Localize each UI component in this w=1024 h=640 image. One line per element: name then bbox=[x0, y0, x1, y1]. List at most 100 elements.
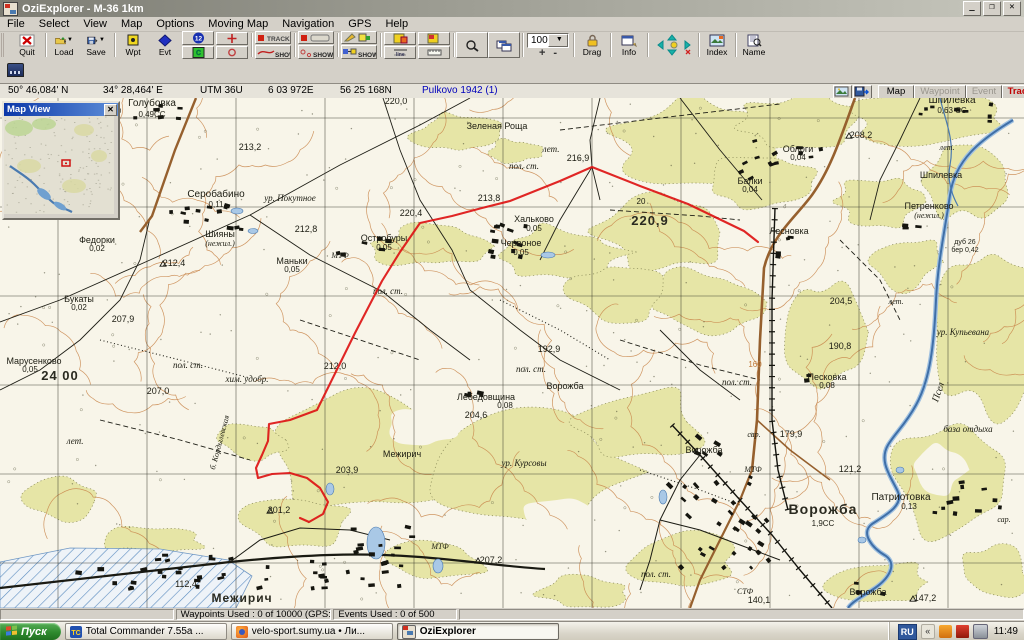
map-dot bbox=[910, 340, 911, 341]
menu-view[interactable]: View bbox=[76, 18, 114, 30]
menu-file[interactable]: File bbox=[0, 18, 32, 30]
building bbox=[351, 527, 357, 530]
add-point-button[interactable] bbox=[216, 32, 248, 45]
status-bar: Waypoints Used : 0 of 10000 (GPS:250)Eve… bbox=[0, 608, 1024, 621]
magnify-button[interactable] bbox=[456, 32, 488, 58]
task-button-1[interactable]: TCTotal Commander 7.55a ... bbox=[65, 623, 227, 640]
language-indicator[interactable]: RU bbox=[898, 624, 917, 640]
building bbox=[409, 535, 415, 538]
menu-map[interactable]: Map bbox=[114, 18, 149, 30]
overview-texture bbox=[109, 162, 110, 163]
zoom-in-button[interactable]: + bbox=[539, 49, 545, 58]
overview-texture bbox=[82, 152, 83, 153]
map-label: лет. bbox=[66, 436, 84, 446]
save-button[interactable]: ▼Save bbox=[80, 32, 112, 58]
menu-moving-map[interactable]: Moving Map bbox=[201, 18, 275, 30]
map-dot bbox=[896, 160, 897, 161]
map-canvas[interactable]: Голубовка0,49СС213,2220,0Серобабино0,11у… bbox=[0, 98, 1024, 608]
pan-arrows-control[interactable] bbox=[650, 32, 696, 58]
ruler-button[interactable] bbox=[418, 46, 450, 59]
tray-app1-icon[interactable] bbox=[939, 625, 952, 638]
name-search-button[interactable]: Name bbox=[738, 32, 770, 58]
zoom-select[interactable]: 100▼ bbox=[527, 33, 569, 48]
load-button[interactable]: ▼Load bbox=[48, 32, 80, 58]
overview-texture bbox=[83, 204, 84, 205]
waypoint-style-button[interactable] bbox=[298, 31, 334, 44]
tray-collapse-icon[interactable]: « bbox=[921, 624, 935, 639]
zoom-dropdown-icon[interactable]: ▼ bbox=[548, 34, 568, 47]
route-show-button[interactable]: SHOW bbox=[341, 45, 377, 59]
map-dot bbox=[894, 266, 895, 267]
map-dot bbox=[1005, 173, 1006, 174]
restore-button[interactable]: ❐ bbox=[983, 1, 1001, 16]
overview-texture bbox=[99, 148, 100, 149]
building bbox=[176, 117, 181, 120]
menu-navigation[interactable]: Navigation bbox=[275, 18, 341, 30]
comment-button[interactable]: C bbox=[182, 46, 214, 59]
magnifier-icon bbox=[463, 39, 481, 52]
map-label: дуб 26 bbox=[954, 238, 976, 246]
task-button-3[interactable]: OziExplorer bbox=[397, 623, 559, 640]
points-show-button[interactable]: SHOW bbox=[298, 45, 334, 59]
map-dot bbox=[764, 351, 765, 352]
map-view-titlebar[interactable]: Map View ✕ bbox=[4, 103, 118, 116]
topo-map[interactable]: Голубовка0,49СС213,2220,0Серобабино0,11у… bbox=[0, 98, 1024, 608]
map-dot bbox=[492, 299, 493, 300]
tray-app2-icon[interactable] bbox=[956, 625, 969, 638]
track-show-button[interactable]: SHOW bbox=[255, 45, 291, 59]
index-button[interactable]: Index bbox=[701, 32, 733, 58]
map-window-button[interactable] bbox=[384, 32, 416, 45]
route-edit-button[interactable] bbox=[341, 31, 377, 44]
map-dot bbox=[636, 362, 637, 363]
map-view-window[interactable]: Map View ✕ bbox=[2, 101, 120, 220]
overview-texture bbox=[43, 183, 44, 184]
building bbox=[158, 571, 163, 574]
overview-texture bbox=[107, 126, 108, 127]
overview-texture bbox=[96, 163, 97, 164]
point-number-button[interactable]: 12 bbox=[182, 31, 214, 45]
building bbox=[131, 580, 137, 584]
menu-help[interactable]: Help bbox=[378, 18, 415, 30]
map-window2-button[interactable] bbox=[418, 32, 450, 45]
remove-point-button[interactable] bbox=[216, 46, 248, 59]
map-label: сар. bbox=[747, 430, 760, 439]
menu-gps[interactable]: GPS bbox=[341, 18, 378, 30]
overview-texture bbox=[111, 142, 112, 143]
close-button[interactable]: ✕ bbox=[1003, 1, 1021, 16]
map-dot bbox=[160, 339, 161, 340]
map-view-close-icon[interactable]: ✕ bbox=[104, 104, 117, 116]
map-label: Шияны bbox=[205, 229, 235, 239]
event-button[interactable]: Evt bbox=[149, 32, 181, 58]
tray-display-icon[interactable] bbox=[973, 624, 988, 639]
task-button-2[interactable]: velo-sport.sumy.ua • Ли... bbox=[231, 623, 393, 640]
map-dot bbox=[940, 284, 941, 285]
map-label: 0,05 bbox=[22, 365, 38, 374]
drag-button[interactable]: Drag bbox=[576, 32, 608, 58]
mode-event-button: Event bbox=[966, 85, 1002, 99]
overview-map[interactable] bbox=[4, 116, 114, 214]
taskbar-clock[interactable]: 11:49 bbox=[992, 626, 1018, 637]
mode-track-button[interactable]: Track bbox=[1002, 85, 1024, 99]
start-button[interactable]: Пуск bbox=[0, 623, 61, 640]
measure-line-button[interactable]: line bbox=[384, 46, 416, 59]
info-button[interactable]: Info bbox=[613, 32, 645, 58]
load-button-label: Load bbox=[55, 48, 74, 57]
track-control-button[interactable]: TRACK bbox=[255, 31, 291, 44]
map-label: (нежил.) bbox=[914, 211, 944, 220]
menu-select[interactable]: Select bbox=[32, 18, 77, 30]
mode-map-button[interactable]: Map bbox=[878, 85, 914, 99]
map-dot bbox=[227, 437, 228, 438]
overview-texture bbox=[94, 174, 95, 175]
taskbar: Пуск TCTotal Commander 7.55a ...velo-spo… bbox=[0, 621, 1024, 640]
toolbar-drag-handle[interactable] bbox=[1, 33, 10, 57]
pond bbox=[326, 483, 334, 495]
zoom-out-button[interactable]: - bbox=[553, 49, 557, 58]
building bbox=[97, 567, 104, 571]
minimize-button[interactable]: _ bbox=[963, 1, 981, 16]
building bbox=[369, 552, 375, 556]
menu-options[interactable]: Options bbox=[149, 18, 201, 30]
waypoint-button[interactable]: Wpt bbox=[117, 32, 149, 58]
mini-map-icon[interactable] bbox=[7, 63, 24, 77]
quit-button[interactable]: Quit bbox=[11, 32, 43, 58]
windows-cascade-button[interactable] bbox=[488, 32, 520, 58]
